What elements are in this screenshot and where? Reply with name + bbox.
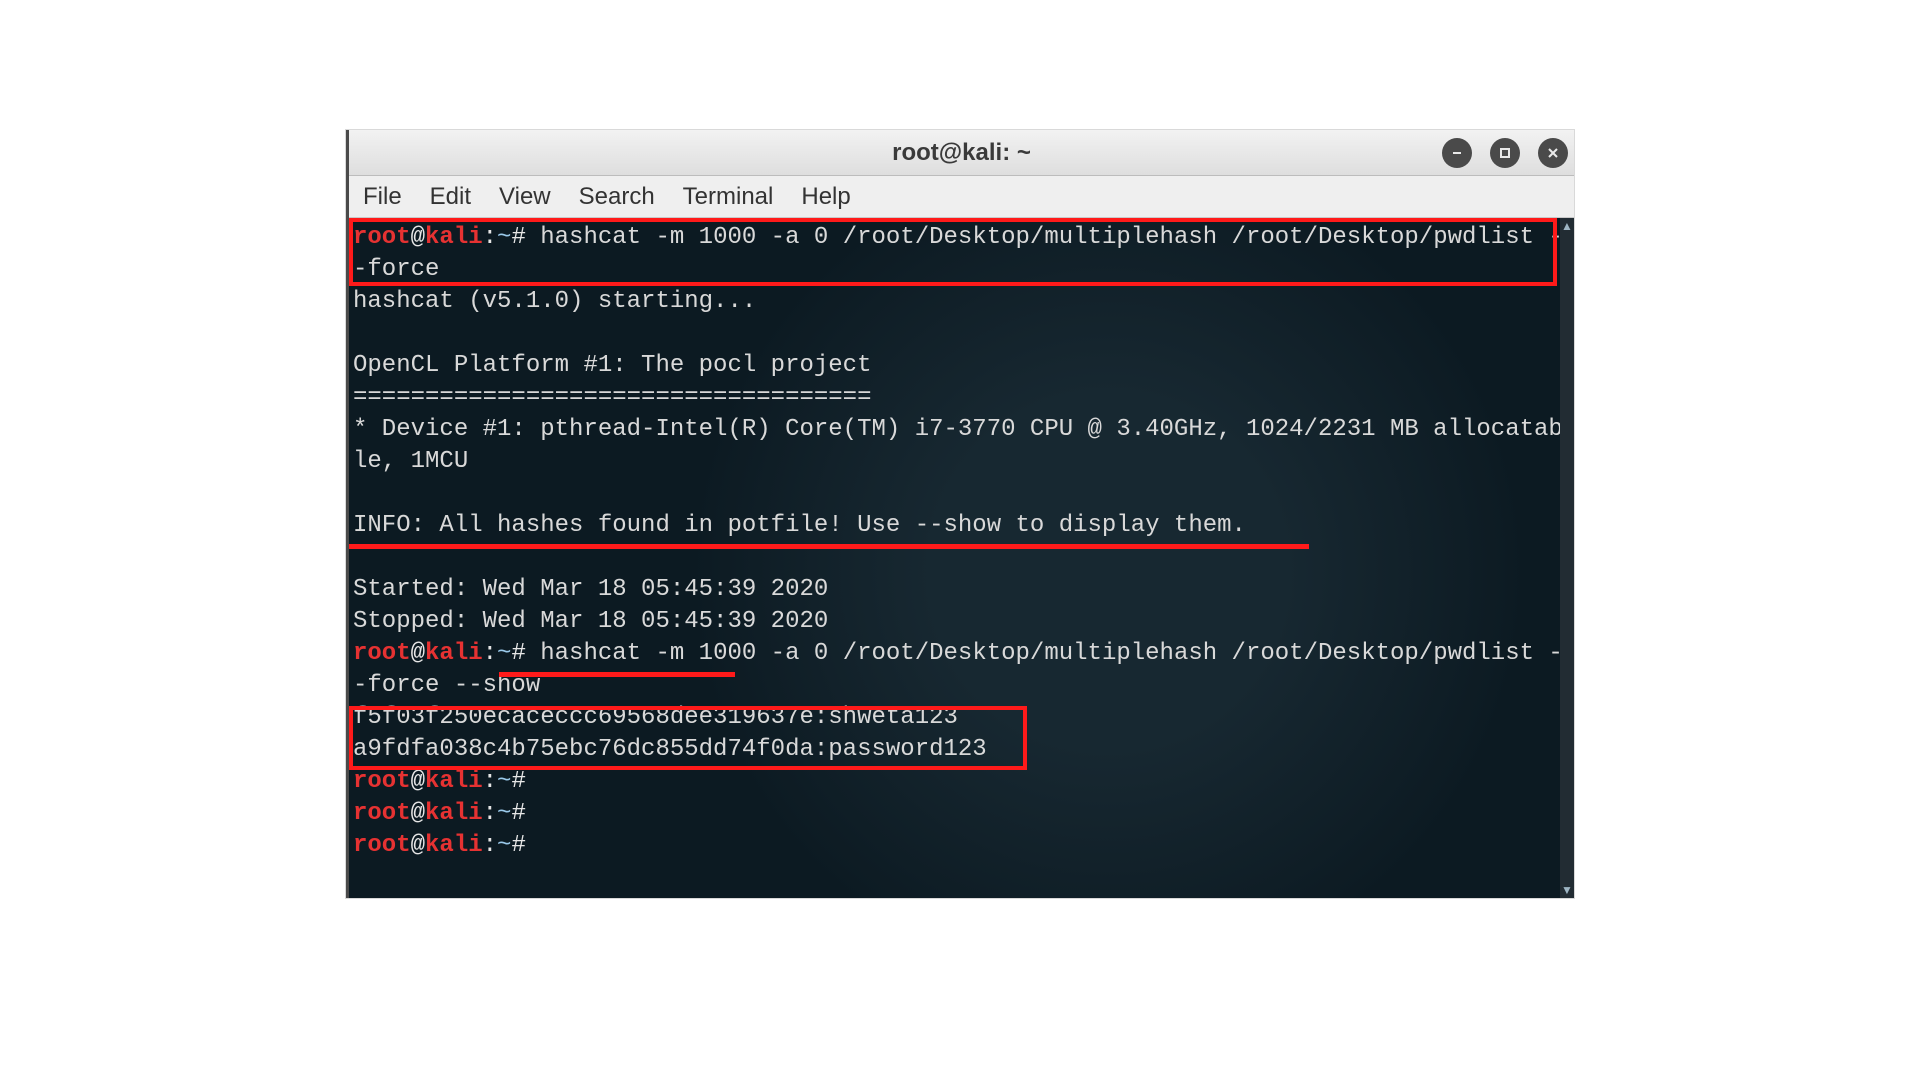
prompt-user: root xyxy=(353,832,411,859)
menu-help[interactable]: Help xyxy=(801,183,850,211)
prompt-host: kali xyxy=(425,800,483,827)
scroll-down-icon[interactable]: ▼ xyxy=(1560,882,1574,898)
prompt-at: @ xyxy=(411,224,425,251)
prompt-path: ~ xyxy=(497,640,511,667)
menu-terminal[interactable]: Terminal xyxy=(683,183,774,211)
menu-edit[interactable]: Edit xyxy=(430,183,471,211)
command-1: hashcat -m 1000 -a 0 /root/Desktop/multi… xyxy=(353,224,1563,283)
prompt-host: kali xyxy=(425,832,483,859)
terminal-window: root@kali: ~ File Edit View Search Termi… xyxy=(346,130,1574,898)
menu-search[interactable]: Search xyxy=(579,183,655,211)
output-line: * Device #1: pthread-Intel(R) Core(TM) i… xyxy=(353,416,1563,475)
output-line: Started: Wed Mar 18 05:45:39 2020 xyxy=(353,576,828,603)
hash-result-2: a9fdfa038c4b75ebc76dc855dd74f0da:passwor… xyxy=(353,736,987,763)
prompt-hash: # xyxy=(511,800,525,827)
prompt-path: ~ xyxy=(497,832,511,859)
prompt-path: ~ xyxy=(497,768,511,795)
titlebar[interactable]: root@kali: ~ xyxy=(349,130,1574,176)
prompt-user: root xyxy=(353,800,411,827)
output-line: ==================================== xyxy=(353,384,871,411)
info-line: INFO: All hashes found in potfile! Use -… xyxy=(353,512,1246,539)
window-controls xyxy=(1442,138,1568,168)
prompt-colon: : xyxy=(483,224,497,251)
prompt-hash: # xyxy=(511,832,525,859)
prompt-path: ~ xyxy=(497,224,511,251)
menu-view[interactable]: View xyxy=(499,183,551,211)
scrollbar[interactable]: ▲ ▼ xyxy=(1560,218,1574,898)
prompt-host: kali xyxy=(425,640,483,667)
output-line: hashcat (v5.1.0) starting... xyxy=(353,288,756,315)
window-title: root@kali: ~ xyxy=(892,139,1031,167)
prompt-host: kali xyxy=(425,768,483,795)
scroll-up-icon[interactable]: ▲ xyxy=(1560,218,1574,234)
prompt-user: root xyxy=(353,768,411,795)
hash-result-1: f5f03f250ecaceccc69568dee319637e:shweta1… xyxy=(353,704,958,731)
prompt-hash: # xyxy=(511,768,525,795)
prompt-host: kali xyxy=(425,224,483,251)
output-line: Stopped: Wed Mar 18 05:45:39 2020 xyxy=(353,608,828,635)
menubar: File Edit View Search Terminal Help xyxy=(349,176,1574,218)
terminal-body[interactable]: root@kali:~# hashcat -m 1000 -a 0 /root/… xyxy=(349,218,1574,898)
maximize-button[interactable] xyxy=(1490,138,1520,168)
prompt-path: ~ xyxy=(497,800,511,827)
prompt-user: root xyxy=(353,640,411,667)
prompt-user: root xyxy=(353,224,411,251)
prompt-hash: # xyxy=(511,224,525,251)
prompt-hash: # xyxy=(511,640,525,667)
close-button[interactable] xyxy=(1538,138,1568,168)
menu-file[interactable]: File xyxy=(363,183,402,211)
output-line: OpenCL Platform #1: The pocl project xyxy=(353,352,871,379)
minimize-button[interactable] xyxy=(1442,138,1472,168)
command-2: hashcat -m 1000 -a 0 /root/Desktop/multi… xyxy=(353,640,1563,699)
